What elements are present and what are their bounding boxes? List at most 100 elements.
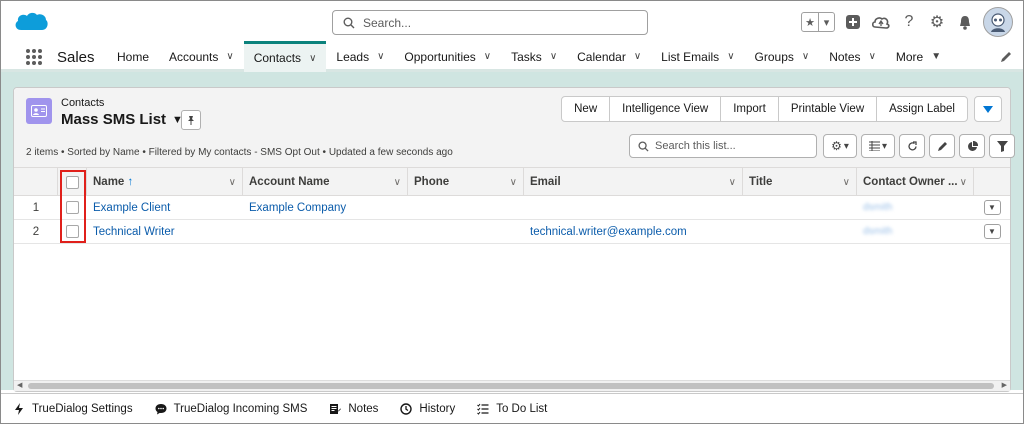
nav-item-accounts[interactable]: Accounts ∨ [159,41,244,72]
chevron-down-icon[interactable]: ∨ [634,51,641,62]
nav-item-calendar[interactable]: Calendar ∨ [567,41,651,72]
help-icon[interactable]: ? [899,12,919,32]
display-as-button[interactable]: ▾ [861,134,895,158]
intelligence-view-button[interactable]: Intelligence View [609,96,722,122]
nav-item-opportunities[interactable]: Opportunities ∨ [394,41,501,72]
printable-view-button[interactable]: Printable View [777,96,878,122]
row-checkbox-cell [58,196,87,220]
nav-item-label: List Emails [661,49,720,64]
list-search-input[interactable]: Search this list... [629,134,817,158]
utility-truedialog-incoming-sms[interactable]: TrueDialog Incoming SMS [155,403,307,415]
trailhead-icon[interactable] [871,12,891,32]
chevron-down-icon[interactable]: ▾ [818,13,834,31]
column-header-name[interactable]: Name ↑ ∨ [87,168,243,196]
new-button[interactable]: New [561,96,611,122]
chevron-down-icon: ▾ [881,140,888,152]
chevron-down-icon[interactable]: ∨ [802,51,809,62]
refresh-button[interactable] [899,134,925,158]
email-link[interactable]: technical.writer@example.com [524,220,743,244]
utility-truedialog-settings[interactable]: TrueDialog Settings [13,403,133,415]
utility-to-do-list[interactable]: To Do List [477,403,547,415]
chevron-down-icon[interactable]: ∨ [510,177,517,188]
account-name-link[interactable] [243,220,408,244]
nav-item-groups[interactable]: Groups ∨ [745,41,820,72]
nav-item-notes[interactable]: Notes ∨ [819,41,886,72]
list-settings-button[interactable]: ⚙ ▾ [823,134,857,158]
owner-alias-link[interactable]: dsmith [863,226,892,237]
chevron-down-icon[interactable]: ∨ [550,51,557,62]
select-all-header [58,168,87,196]
row-action-menu-button[interactable]: ▼ [983,224,1001,239]
list-view-selector[interactable]: Mass SMS List ▼ [61,111,183,128]
chevron-down-icon[interactable]: ∨ [309,53,316,64]
horizontal-scrollbar[interactable]: ◀ ▶ [14,380,1010,391]
global-header: Search... ★ ▾ ? ⚙ [1,1,1023,41]
pin-list-button[interactable] [181,110,201,130]
nav-item-contacts[interactable]: Contacts ∨ [243,41,327,72]
import-button[interactable]: Import [720,96,779,122]
column-header-phone[interactable]: Phone ∨ [408,168,524,196]
scroll-left-icon[interactable]: ◀ [17,381,22,389]
favorites-button-group: ★ ▾ [801,12,835,32]
contact-name-link[interactable]: Example Client [87,196,243,220]
email-link[interactable] [524,196,743,220]
edit-list-button[interactable] [929,134,955,158]
more-actions-button[interactable] [974,96,1002,122]
chevron-down-icon[interactable]: ∨ [229,177,236,188]
nav-item-more[interactable]: More ▼ [886,41,951,72]
chevron-down-icon[interactable]: ∨ [226,51,233,62]
scroll-right-icon[interactable]: ▶ [1002,381,1007,389]
utility-label: Notes [348,403,379,415]
account-name-link[interactable]: Example Company [243,196,408,220]
utility-notes[interactable]: Notes [329,403,378,415]
row-checkbox[interactable] [66,225,79,238]
column-phone-label: Phone [414,176,450,188]
column-owner-label: Contact Owner ... [863,176,958,188]
chevron-down-icon: ▾ [843,140,849,152]
chevron-down-icon[interactable]: ∨ [960,177,967,188]
column-title-label: Title [749,176,773,188]
utility-history[interactable]: History [400,403,455,415]
column-header-email[interactable]: Email ∨ [524,168,743,196]
row-action-menu-button[interactable]: ▼ [983,200,1001,215]
row-checkbox[interactable] [66,201,79,214]
chevron-down-icon[interactable]: ∨ [727,51,734,62]
user-avatar[interactable] [983,7,1013,37]
select-all-checkbox[interactable] [65,175,79,189]
scrollbar-thumb[interactable] [28,383,994,389]
filter-button[interactable] [989,134,1015,158]
nav-item-tasks[interactable]: Tasks ∨ [501,41,567,72]
chevron-down-icon[interactable]: ∨ [484,51,491,62]
contact-name-link[interactable]: Technical Writer [87,220,243,244]
list-view-title: Mass SMS List [61,111,167,128]
assign-label-button[interactable]: Assign Label [876,96,968,122]
chevron-down-icon[interactable]: ∨ [377,51,384,62]
owner-cell: dsmith [857,220,974,244]
app-launcher-icon[interactable] [25,48,43,66]
charts-button[interactable] [959,134,985,158]
column-header-contact-owner[interactable]: Contact Owner ... ∨ [857,168,974,196]
nav-item-list-emails[interactable]: List Emails ∨ [651,41,744,72]
object-label: Contacts [61,97,105,109]
global-actions-icon[interactable] [843,12,863,32]
nav-item-home[interactable]: Home [107,41,159,72]
column-header-title[interactable]: Title ∨ [743,168,857,196]
edit-nav-icon[interactable] [999,50,1013,64]
bell-icon[interactable] [955,12,975,32]
owner-alias-link[interactable]: dsmith [863,202,892,213]
global-search-input[interactable]: Search... [332,10,648,35]
table-row: 1 Example Client Example Company dsmith … [14,196,1010,220]
salesforce-logo[interactable] [13,9,49,35]
utility-label: History [419,403,456,415]
chevron-down-icon[interactable]: ∨ [843,177,850,188]
star-icon[interactable]: ★ [802,13,818,31]
column-header-account-name[interactable]: Account Name ∨ [243,168,408,196]
nav-item-leads[interactable]: Leads ∨ [326,41,394,72]
chevron-down-icon[interactable]: ▼ [931,51,941,62]
gear-icon[interactable]: ⚙ [927,12,947,32]
app-navigation: Sales Home Accounts ∨ Contacts ∨ Leads ∨ Opport… [1,41,1023,72]
chevron-down-icon[interactable]: ∨ [394,177,401,188]
chevron-down-icon[interactable]: ∨ [729,177,736,188]
chevron-down-icon[interactable]: ∨ [869,51,876,62]
column-email-label: Email [530,176,561,188]
